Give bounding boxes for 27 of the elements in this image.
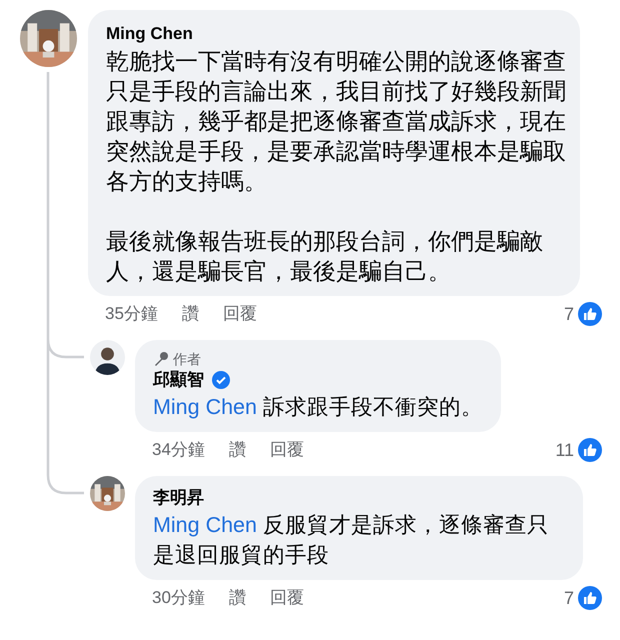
author-name[interactable]: 李明昇 <box>153 486 204 510</box>
like-link[interactable]: 讚 <box>228 585 246 611</box>
reply-text: Ming Chen 反服貿才是訴求，逐條審查只是退回服貿的手段 <box>153 512 550 569</box>
reply-link[interactable]: 回覆 <box>270 437 304 463</box>
comment-text: 最後就像報告班長的那段台詞，你們是騙敵人，還是騙長官，最後是騙自己。 <box>106 227 544 286</box>
like-link[interactable]: 讚 <box>228 437 246 463</box>
reply-link[interactable]: 回覆 <box>270 585 304 611</box>
like-icon <box>578 302 602 326</box>
timestamp: 35分鐘 <box>105 303 158 326</box>
comment-text: 乾脆找一下當時有沒有明確公開的說逐條審查只是手段的言論出來，我目前找了好幾段新聞跟專訪，幾乎都是把逐條審查當成訴求，現在突然說是手段，是要承認當時學運根本是騙取各方的支持嗎。 <box>106 47 566 196</box>
reply-link[interactable]: 回覆 <box>222 301 257 327</box>
mention-link[interactable]: Ming Chen <box>153 395 257 419</box>
like-link[interactable]: 讚 <box>182 301 199 327</box>
author-name[interactable]: 邱顯智 <box>153 368 204 392</box>
reply-text: Ming Chen 訴求跟手段不衝突的。 <box>153 394 483 421</box>
like-icon <box>578 586 602 610</box>
mention-link[interactable]: Ming Chen <box>153 513 257 537</box>
timestamp: 34分鐘 <box>152 439 205 462</box>
like-count: 7 <box>564 586 574 610</box>
avatar-icon <box>90 340 125 375</box>
like-count: 11 <box>555 438 574 462</box>
author-label: 作者 <box>173 350 201 368</box>
author-name[interactable]: Ming Chen <box>106 22 562 46</box>
timestamp: 30分鐘 <box>152 587 205 610</box>
like-count: 7 <box>564 302 574 326</box>
microphone-icon <box>153 351 169 367</box>
like-icon <box>578 438 602 462</box>
